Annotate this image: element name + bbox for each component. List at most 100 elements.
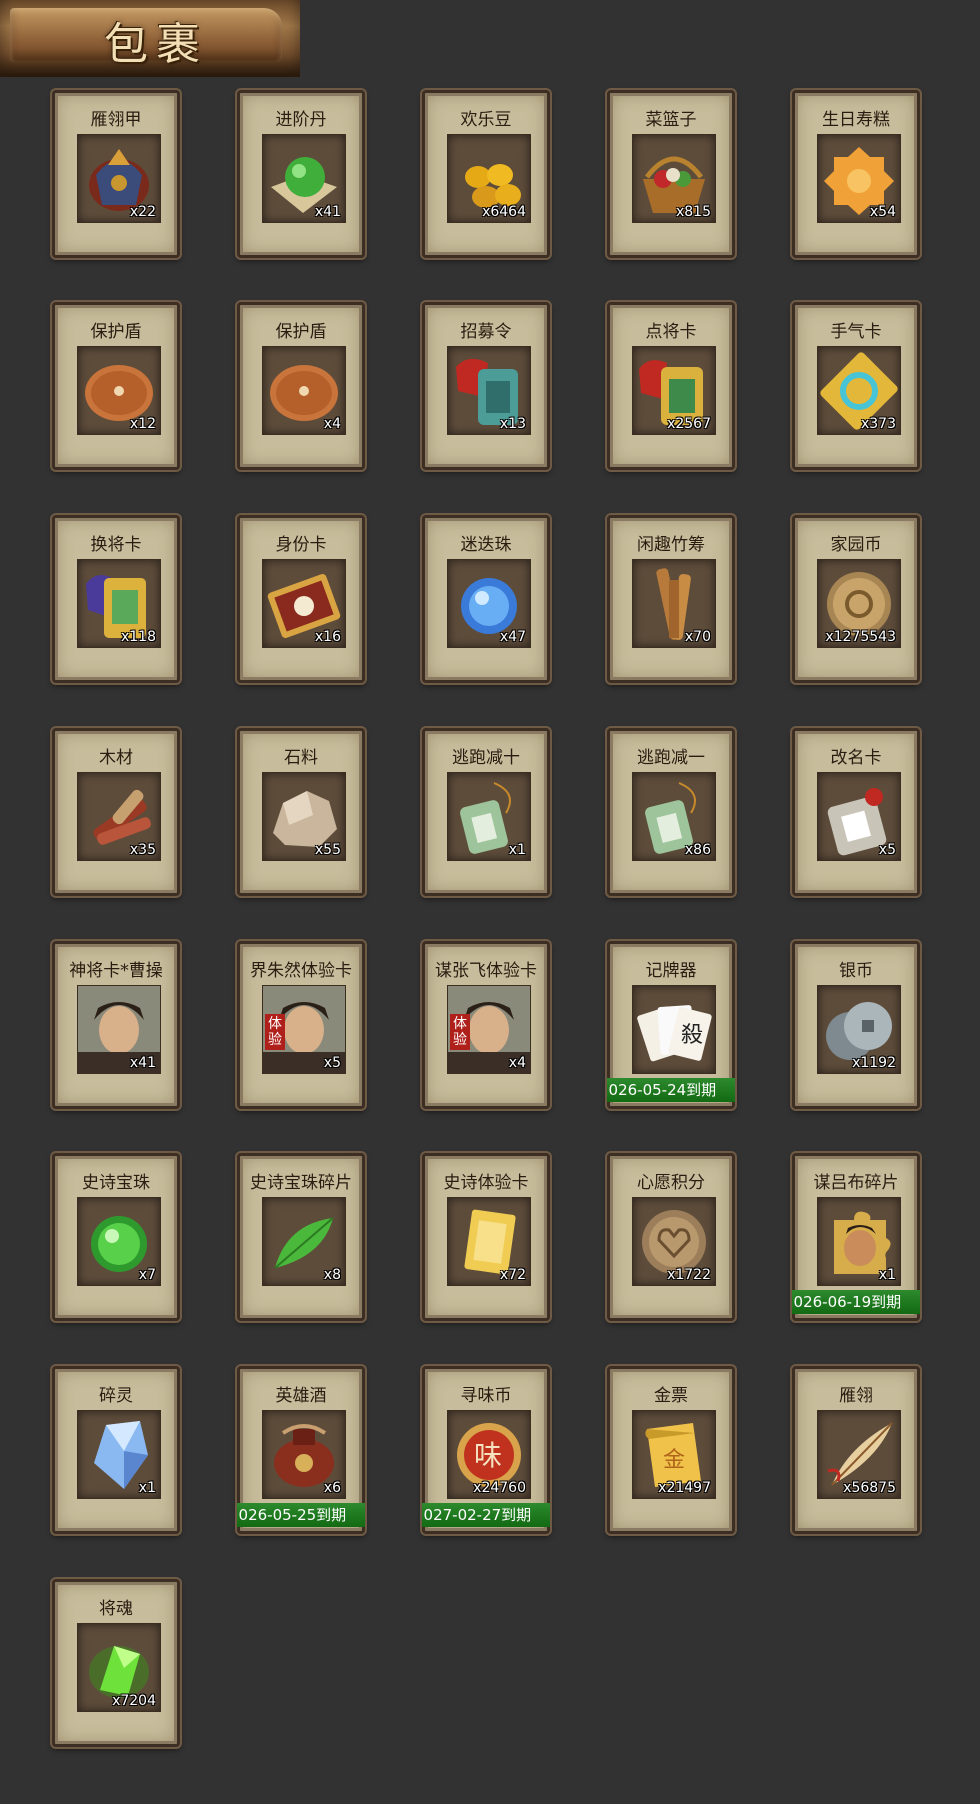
item-card[interactable]: 生日寿糕 x54 bbox=[792, 90, 920, 258]
item-card[interactable]: 进阶丹 x41 bbox=[237, 90, 365, 258]
item-name: 记牌器 bbox=[645, 961, 697, 981]
beans-icon: x6464 bbox=[447, 134, 531, 223]
identity-card-icon: x16 bbox=[262, 559, 346, 648]
trial-badge: 体验 bbox=[265, 1014, 285, 1050]
item-count: x55 bbox=[314, 842, 341, 858]
item-name: 改名卡 bbox=[830, 748, 882, 768]
item-card[interactable]: 谋张飞体验卡 体验 x4 bbox=[422, 941, 550, 1109]
item-name: 保护盾 bbox=[275, 322, 327, 342]
item-name: 雁翎甲 bbox=[90, 110, 142, 130]
tag-icon: x86 bbox=[632, 772, 716, 861]
item-card[interactable]: 迷迭珠 x47 bbox=[422, 515, 550, 683]
item-name: 史诗体验卡 bbox=[443, 1173, 529, 1193]
item-card[interactable]: 石料 x55 bbox=[237, 728, 365, 896]
expiry-banner: 2026-05-25到期 bbox=[237, 1503, 365, 1527]
item-name: 招募令 bbox=[460, 322, 512, 342]
playing-cards-icon: 殺 bbox=[632, 985, 716, 1074]
item-name: 逃跑减一 bbox=[637, 748, 705, 768]
item-count: x1192 bbox=[852, 1055, 896, 1071]
item-count: x1 bbox=[138, 1480, 156, 1496]
item-name: 保护盾 bbox=[90, 322, 142, 342]
item-name: 迷迭珠 bbox=[460, 535, 512, 555]
item-card[interactable]: 史诗宝珠 x7 bbox=[52, 1153, 180, 1321]
item-card[interactable]: 雁翎甲 x22 bbox=[52, 90, 180, 258]
item-card[interactable]: 英雄酒 x6 2026-05-25到期 bbox=[237, 1366, 365, 1534]
item-name: 谋吕布碎片 bbox=[813, 1173, 899, 1193]
recruit-token-icon: x13 bbox=[447, 346, 531, 435]
item-card[interactable]: 银币 x1192 bbox=[792, 941, 920, 1109]
item-count: x118 bbox=[120, 629, 156, 645]
green-orb-icon: x7 bbox=[77, 1197, 161, 1286]
item-count: x13 bbox=[499, 416, 526, 432]
item-card[interactable]: 谋吕布碎片 x1 2026-06-19到期 bbox=[792, 1153, 920, 1321]
item-card[interactable]: 保护盾 x4 bbox=[237, 302, 365, 470]
item-count: x1 bbox=[878, 1267, 896, 1283]
general-card-icon: x2567 bbox=[632, 346, 716, 435]
item-card[interactable]: 碎灵 x1 bbox=[52, 1366, 180, 1534]
item-name: 碎灵 bbox=[99, 1386, 133, 1406]
item-card[interactable]: 神将卡*曹操 x41 bbox=[52, 941, 180, 1109]
item-name: 手气卡 bbox=[830, 322, 882, 342]
item-count: x41 bbox=[129, 1055, 156, 1071]
item-count: x1722 bbox=[667, 1267, 711, 1283]
item-count: x41 bbox=[314, 204, 341, 220]
basket-icon: x815 bbox=[632, 134, 716, 223]
item-card[interactable]: 菜篮子 x815 bbox=[607, 90, 735, 258]
pill-icon: x41 bbox=[262, 134, 346, 223]
item-card[interactable]: 史诗体验卡 x72 bbox=[422, 1153, 550, 1321]
item-count: x86 bbox=[684, 842, 711, 858]
item-count: x815 bbox=[675, 204, 711, 220]
item-count: x2567 bbox=[667, 416, 711, 432]
item-card[interactable]: 寻味币味 x24760 2027-02-27到期 bbox=[422, 1366, 550, 1534]
item-count: x1 bbox=[508, 842, 526, 858]
item-name: 逃跑减十 bbox=[452, 748, 520, 768]
item-card[interactable]: 手气卡 x373 bbox=[792, 302, 920, 470]
item-count: x4 bbox=[323, 416, 341, 432]
portrait-icon: 体验 x5 bbox=[262, 985, 346, 1074]
wine-jar-icon: x6 bbox=[262, 1410, 346, 1499]
item-name: 金票 bbox=[654, 1386, 688, 1406]
item-card[interactable]: 改名卡 x5 bbox=[792, 728, 920, 896]
heart-coin-icon: x1722 bbox=[632, 1197, 716, 1286]
item-name: 将魂 bbox=[99, 1599, 133, 1619]
item-card[interactable]: 记牌器殺 2026-05-24到期 bbox=[607, 941, 735, 1109]
item-count: x70 bbox=[684, 629, 711, 645]
item-card[interactable]: 史诗宝珠碎片 x8 bbox=[237, 1153, 365, 1321]
item-card[interactable]: 点将卡 x2567 bbox=[607, 302, 735, 470]
item-card[interactable]: 家园币 x1275543 bbox=[792, 515, 920, 683]
item-card[interactable]: 换将卡 x118 bbox=[52, 515, 180, 683]
item-card[interactable]: 将魂 x7204 bbox=[52, 1579, 180, 1747]
item-card[interactable]: 保护盾 x12 bbox=[52, 302, 180, 470]
item-count: x373 bbox=[860, 416, 896, 432]
item-name: 家园币 bbox=[830, 535, 882, 555]
soul-crystal-icon: x7204 bbox=[77, 1623, 161, 1712]
item-count: x8 bbox=[323, 1267, 341, 1283]
item-name: 木材 bbox=[99, 748, 133, 768]
item-card[interactable]: 逃跑减十 x1 bbox=[422, 728, 550, 896]
item-card[interactable]: 身份卡 x16 bbox=[237, 515, 365, 683]
tag-icon: x1 bbox=[447, 772, 531, 861]
item-card[interactable]: 欢乐豆 x6464 bbox=[422, 90, 550, 258]
trial-badge: 体验 bbox=[450, 1014, 470, 1050]
wood-icon: x35 bbox=[77, 772, 161, 861]
expiry-banner: 2026-05-24到期 bbox=[607, 1078, 735, 1102]
item-count: x72 bbox=[499, 1267, 526, 1283]
item-name: 换将卡 bbox=[90, 535, 142, 555]
item-card[interactable]: 木材 x35 bbox=[52, 728, 180, 896]
item-card[interactable]: 金票金 x21497 bbox=[607, 1366, 735, 1534]
item-card[interactable]: 逃跑减一 x86 bbox=[607, 728, 735, 896]
item-card[interactable]: 雁翎 x56875 bbox=[792, 1366, 920, 1534]
item-card[interactable]: 心愿积分 x1722 bbox=[607, 1153, 735, 1321]
svg-text:金: 金 bbox=[663, 1448, 685, 1473]
item-card[interactable]: 招募令 x13 bbox=[422, 302, 550, 470]
gold-card-icon: x72 bbox=[447, 1197, 531, 1286]
shield-icon: x4 bbox=[262, 346, 346, 435]
swap-card-icon: x118 bbox=[77, 559, 161, 648]
item-name: 欢乐豆 bbox=[460, 110, 512, 130]
svg-text:味: 味 bbox=[474, 1439, 502, 1472]
stone-icon: x55 bbox=[262, 772, 346, 861]
item-name: 英雄酒 bbox=[275, 1386, 327, 1406]
item-card[interactable]: 界朱然体验卡 体验 x5 bbox=[237, 941, 365, 1109]
item-card[interactable]: 闲趣竹筹 x70 bbox=[607, 515, 735, 683]
item-count: x4 bbox=[508, 1055, 526, 1071]
